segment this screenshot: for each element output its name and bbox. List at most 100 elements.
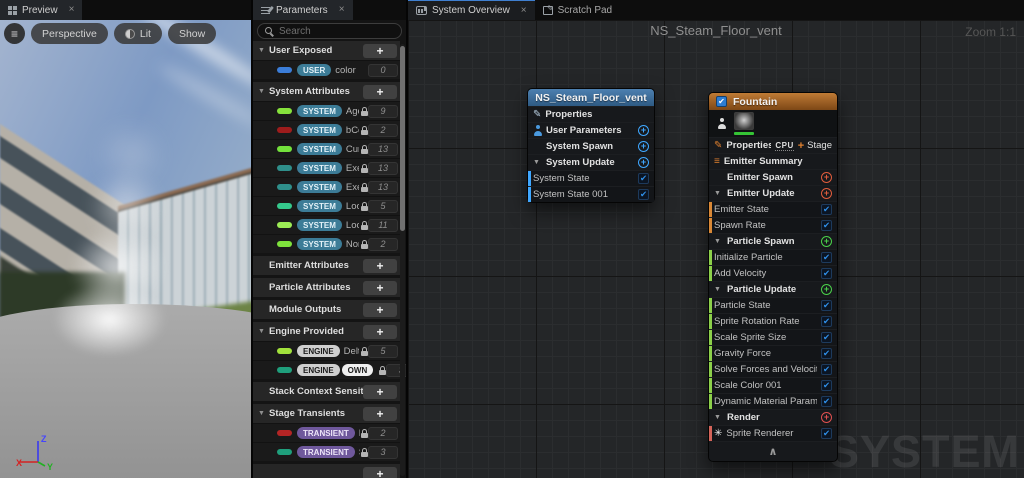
chevron-down-icon[interactable] [714,286,723,293]
module-enabled-checkbox[interactable] [821,348,832,359]
system-node-header[interactable]: NS_Steam_Floor_vent [528,89,654,106]
scrollbar-track[interactable] [400,44,405,476]
chevron-down-icon[interactable] [533,159,542,166]
module-enabled-checkbox[interactable] [821,364,832,375]
module-enabled-checkbox[interactable] [821,220,832,231]
stack-row[interactable]: Scale Color 001 [709,377,837,393]
add-module-button[interactable] [821,236,832,247]
parameter-category-header[interactable]: Module Outputs [253,300,400,319]
perspective-button[interactable]: Perspective [31,23,108,44]
parameter-category-header[interactable]: Stack Context Sensitive [253,382,400,401]
tab-parameters[interactable]: Parameters [253,0,353,20]
parameter-row[interactable]: ENGINE Delta 5 [253,341,400,360]
cpu-sim-target-badge[interactable]: CPU [775,141,793,151]
add-module-button[interactable] [821,284,832,295]
close-icon[interactable] [339,5,345,15]
parameter-row[interactable]: TRANSIENT Fi 2 [253,423,400,442]
stack-row[interactable]: Emitter Spawn [709,169,837,185]
emitter-summary-row[interactable]: Emitter Summary [709,153,837,169]
parameter-category-header[interactable] [253,464,400,478]
add-parameter-button[interactable] [363,407,397,421]
add-parameter-button[interactable] [363,281,397,295]
chevron-down-icon[interactable] [714,190,723,197]
graph-canvas[interactable]: NS_Steam_Floor_vent Zoom 1:1 SYSTEM NS_S… [408,20,1024,478]
stack-row[interactable]: Spawn Rate [709,217,837,233]
add-parameter-button[interactable] [363,303,397,317]
stack-row[interactable]: System Spawn [528,138,654,154]
module-enabled-checkbox[interactable] [821,332,832,343]
search-input[interactable] [279,26,394,37]
collapse-node-button[interactable] [709,441,837,461]
module-enabled-checkbox[interactable] [821,316,832,327]
stack-row[interactable]: Sprite Rotation Rate [709,313,837,329]
system-node[interactable]: NS_Steam_Floor_vent Properties [527,88,655,203]
add-parameter-button[interactable] [363,85,397,99]
material-thumbnail[interactable] [734,112,754,135]
parameter-row[interactable]: SYSTEM Exe 13 [253,177,400,196]
enabled-checkbox[interactable] [638,173,649,184]
add-module-button[interactable] [638,157,649,168]
chevron-down-icon[interactable] [714,414,723,421]
show-button[interactable]: Show [168,23,216,44]
add-parameter-button[interactable] [363,385,397,399]
parameter-category-header[interactable]: Engine Provided [253,322,400,341]
add-module-button[interactable] [638,125,649,136]
add-parameter-button[interactable] [363,44,397,58]
parameter-row[interactable]: TRANSIENT Si 3 [253,442,400,461]
stack-row[interactable]: Add Velocity [709,265,837,281]
parameter-row[interactable]: SYSTEM Norr 2 [253,234,400,253]
parameter-row[interactable]: ENGINE OWN 3 [253,360,400,379]
add-stage-button[interactable]: Stage [798,140,832,152]
parameter-row[interactable]: SYSTEM Loc 11 [253,215,400,234]
module-enabled-checkbox[interactable] [821,268,832,279]
close-icon[interactable] [69,5,75,15]
module-enabled-checkbox[interactable] [821,252,832,263]
stack-row[interactable]: Render [709,409,837,425]
parameter-row[interactable]: SYSTEM Age 9 [253,101,400,120]
stack-row[interactable]: Properties [528,106,654,122]
close-icon[interactable] [521,6,527,16]
add-module-button[interactable] [638,141,649,152]
stack-row[interactable]: Gravity Force [709,345,837,361]
module-enabled-checkbox[interactable] [821,300,832,311]
viewport-3d[interactable]: Z X Y Perspective Lit Show [0,20,251,478]
parameter-category-header[interactable]: Stage Transients [253,404,400,423]
parameter-category-header[interactable]: System Attributes [253,82,400,101]
parameter-row[interactable]: SYSTEM Cur 13 [253,139,400,158]
parameter-category-header[interactable]: Emitter Attributes [253,256,400,275]
lit-button[interactable]: Lit [114,23,162,44]
tab-preview[interactable]: Preview [0,0,82,20]
stack-row[interactable]: Emitter Update [709,185,837,201]
add-module-button[interactable] [821,188,832,199]
emitter-node-fountain[interactable]: Fountain Properties CPU Stage [708,92,838,462]
module-enabled-checkbox[interactable] [821,380,832,391]
stack-row[interactable]: Dynamic Material Parameters [709,393,837,409]
stack-row[interactable]: Particle Update [709,281,837,297]
stack-row[interactable]: Particle Spawn [709,233,837,249]
stack-row[interactable]: Emitter State [709,201,837,217]
stack-row[interactable]: System State [528,170,654,186]
tab-scratch-pad[interactable]: Scratch Pad [535,0,620,20]
emitter-node-header[interactable]: Fountain [709,93,837,110]
parameter-row[interactable]: USER color 0 [253,60,400,79]
stack-row[interactable]: Initialize Particle [709,249,837,265]
scrollbar-thumb[interactable] [400,46,405,231]
emitter-enabled-checkbox[interactable] [716,96,727,107]
stack-row[interactable]: System State 001 [528,186,654,202]
add-parameter-button[interactable] [363,467,397,478]
stack-row[interactable]: User Parameters [528,122,654,138]
stack-row[interactable]: Solve Forces and Velocity [709,361,837,377]
chevron-down-icon[interactable] [714,238,723,245]
viewport-menu-button[interactable] [4,23,25,44]
add-module-button[interactable] [821,172,832,183]
parameter-row[interactable]: SYSTEM Loop 5 [253,196,400,215]
module-enabled-checkbox[interactable] [821,428,832,439]
enabled-checkbox[interactable] [638,189,649,200]
stack-row[interactable]: Particle State [709,297,837,313]
parameter-row[interactable]: SYSTEM Exe 13 [253,158,400,177]
stack-row[interactable]: Sprite Renderer [709,425,837,441]
add-module-button[interactable] [821,412,832,423]
stack-row[interactable]: System Update [528,154,654,170]
module-enabled-checkbox[interactable] [821,396,832,407]
parameter-row[interactable]: SYSTEM bCor 2 [253,120,400,139]
